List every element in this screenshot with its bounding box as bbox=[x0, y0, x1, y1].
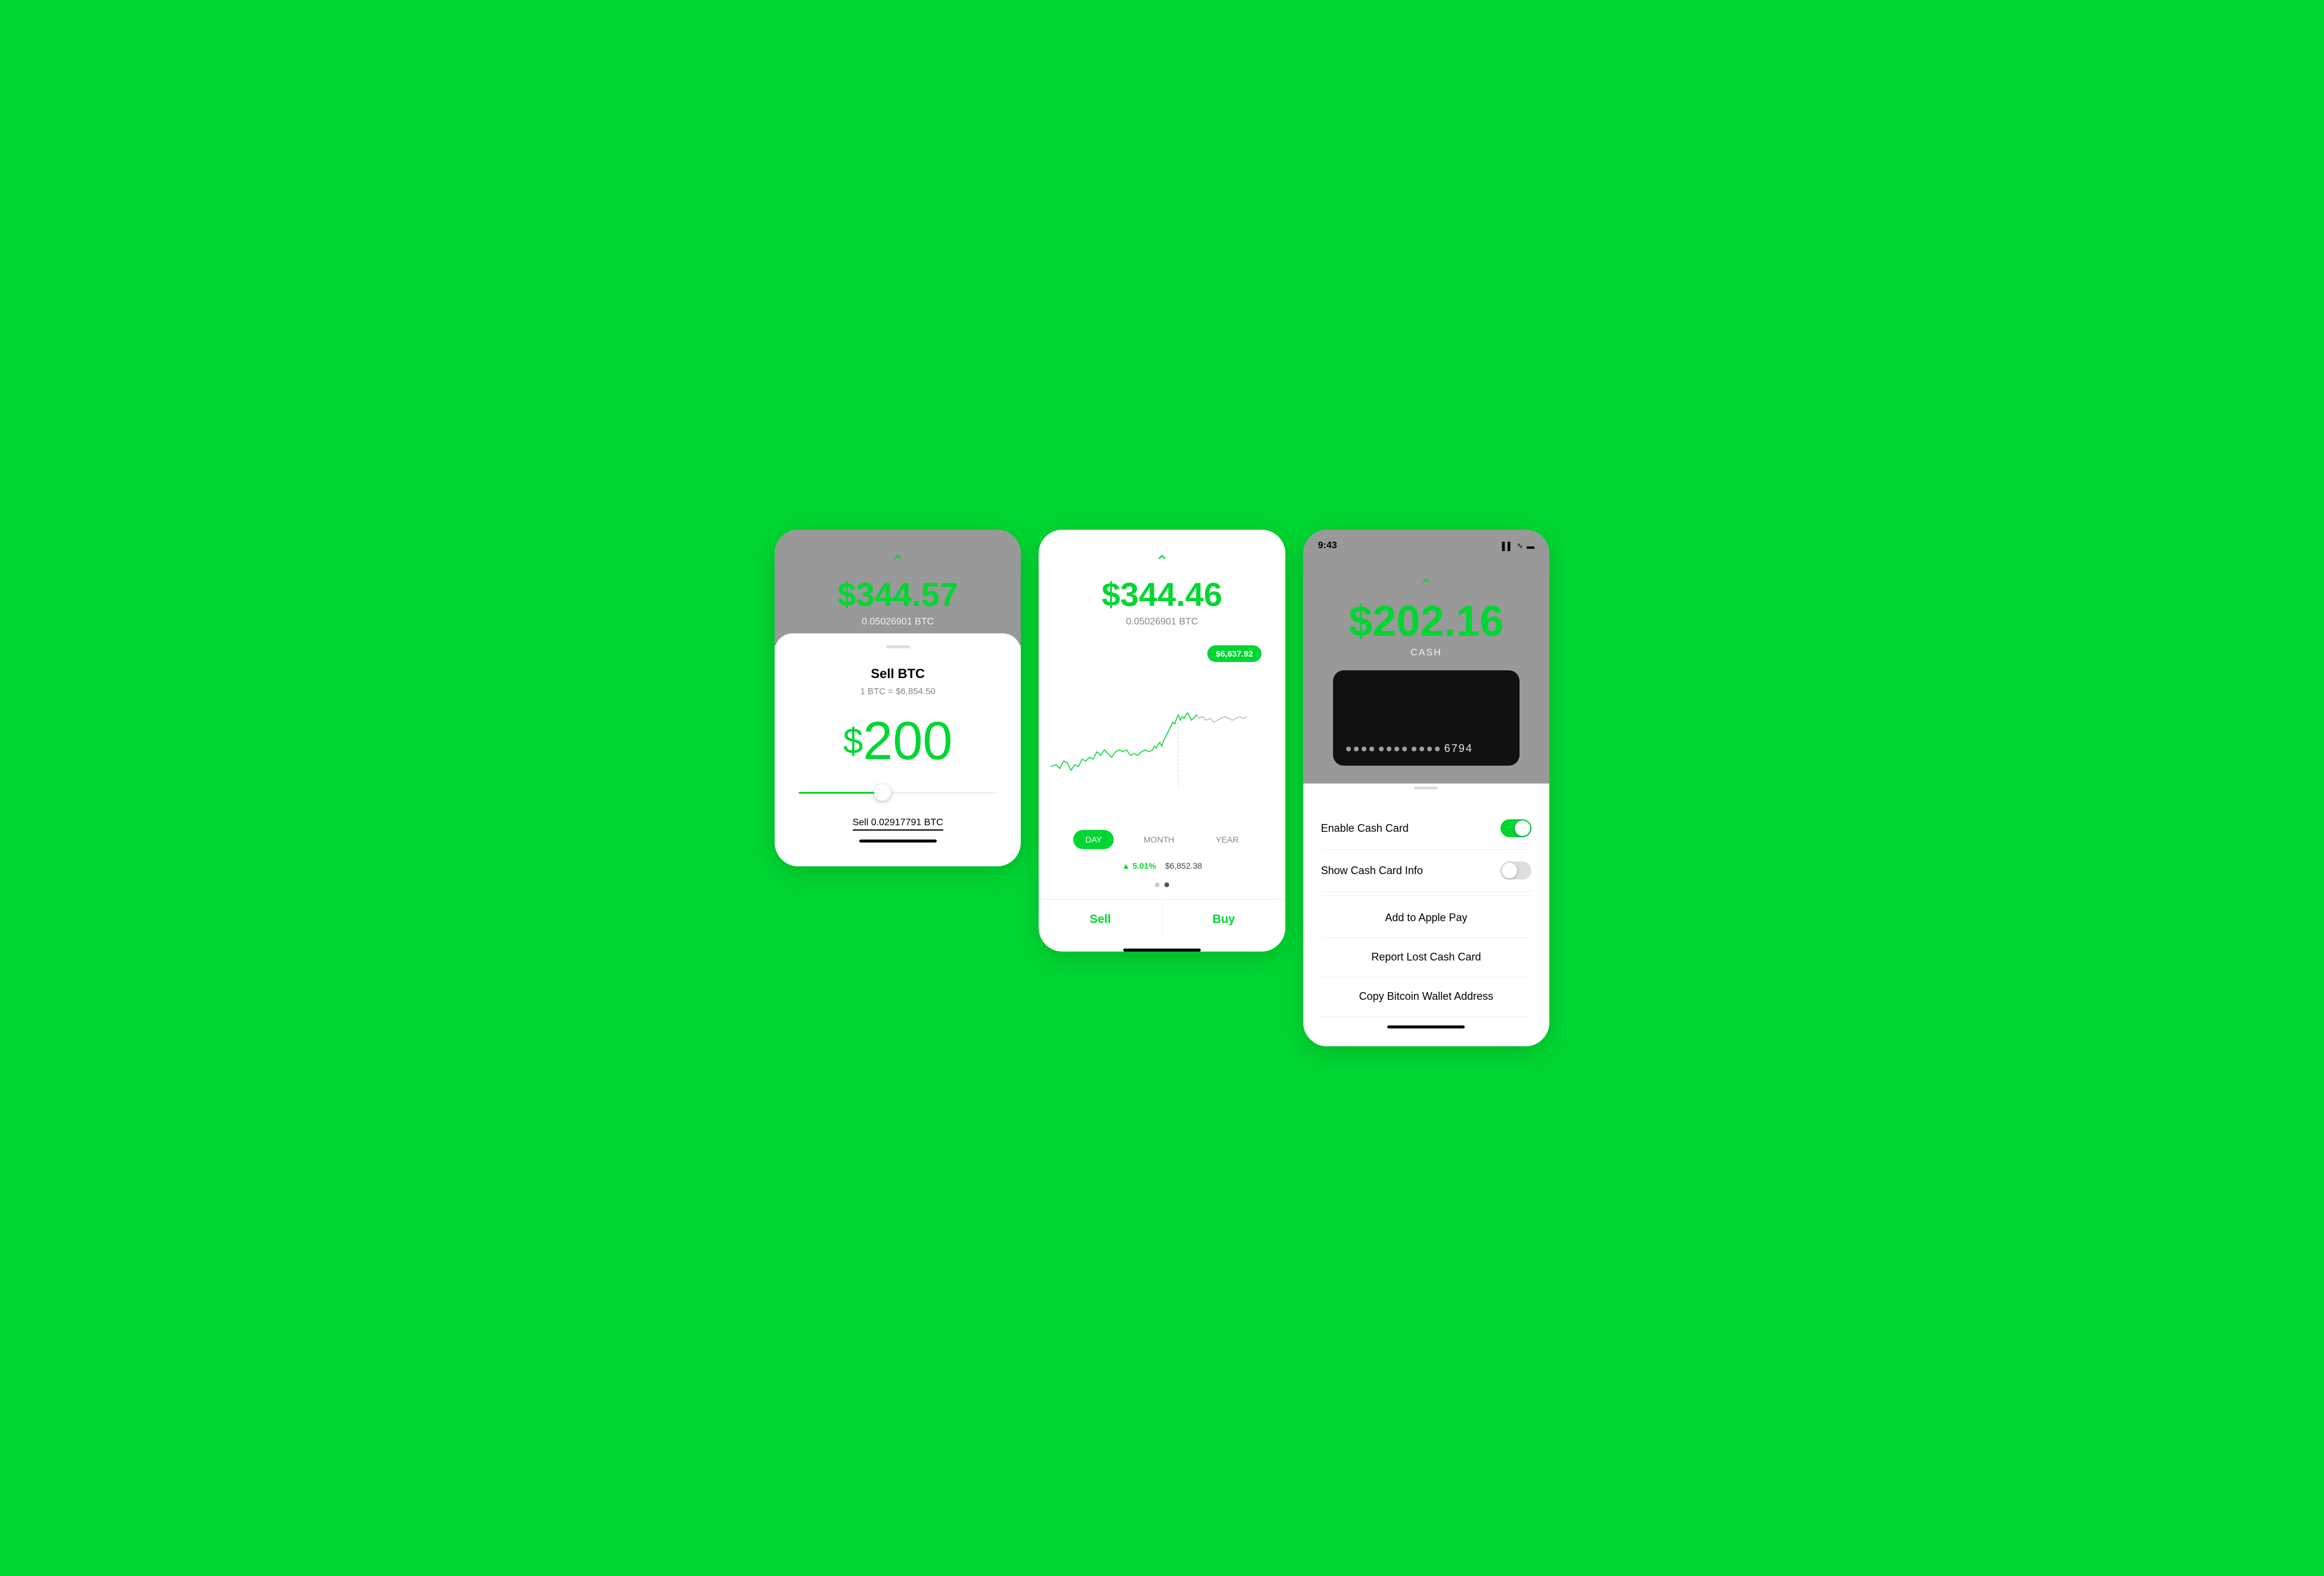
battery-icon: ▬ bbox=[1527, 542, 1534, 551]
buy-sell-buttons: Sell Buy bbox=[1039, 899, 1285, 940]
card-dot-group-2 bbox=[1379, 747, 1407, 751]
dot-1 bbox=[1155, 882, 1160, 887]
home-indicator-3 bbox=[1387, 1025, 1465, 1028]
btc-balance-2: 0.05026901 BTC bbox=[1057, 617, 1267, 627]
card-dot bbox=[1412, 747, 1416, 751]
screens-container: ⌃ $344.57 0.05026901 BTC Sell BTC 1 BTC … bbox=[775, 530, 1549, 1046]
copy-bitcoin-wallet-button[interactable]: Copy Bitcoin Wallet Address bbox=[1321, 977, 1531, 1017]
chart-wrapper: $6,637.92 bbox=[1051, 639, 1273, 818]
card-dot bbox=[1427, 747, 1432, 751]
home-indicator-2 bbox=[1123, 949, 1201, 952]
show-cash-card-info-row: Show Cash Card Info bbox=[1321, 850, 1531, 892]
card-dot bbox=[1419, 747, 1424, 751]
btc-balance: 0.05026901 BTC bbox=[793, 617, 1003, 627]
chevron-up-icon-3[interactable]: ⌃ bbox=[1321, 577, 1531, 594]
home-indicator bbox=[859, 840, 937, 843]
card-dot bbox=[1435, 747, 1440, 751]
toggle-thumb bbox=[1515, 820, 1530, 836]
chevron-up-icon[interactable]: ⌃ bbox=[793, 554, 1003, 570]
status-icons: ▌▌ ∿ ▬ bbox=[1502, 541, 1534, 551]
tab-month[interactable]: MONTH bbox=[1132, 830, 1186, 849]
btc-chart-svg bbox=[1051, 663, 1273, 818]
sell-btc-label: Sell 0.02917791 BTC bbox=[793, 817, 1003, 831]
screen1-top: ⌃ $344.57 0.05026901 BTC bbox=[775, 530, 1021, 645]
cash-balance: $202.16 bbox=[1321, 600, 1531, 643]
balance-amount-2: $344.46 bbox=[1057, 576, 1267, 613]
sell-rate: 1 BTC = $6,854.50 bbox=[793, 686, 1003, 697]
sell-btc-text: Sell 0.02917791 BTC bbox=[853, 817, 943, 831]
card-dot bbox=[1354, 747, 1359, 751]
card-dot bbox=[1402, 747, 1407, 751]
cash-label: CASH bbox=[1321, 648, 1531, 658]
tab-year[interactable]: YEAR bbox=[1204, 830, 1250, 849]
drag-handle-3[interactable] bbox=[1414, 787, 1438, 789]
add-to-apple-pay-button[interactable]: Add to Apple Pay bbox=[1321, 899, 1531, 938]
slider-track bbox=[799, 792, 997, 794]
screen-btc-chart: ⌃ $344.46 0.05026901 BTC $6,637.92 DAY M… bbox=[1039, 530, 1285, 952]
toggle-thumb-2 bbox=[1502, 863, 1517, 878]
balance-amount: $344.57 bbox=[793, 576, 1003, 613]
card-dot bbox=[1362, 747, 1366, 751]
card-dots: 6794 bbox=[1346, 742, 1473, 755]
chevron-up-icon-2[interactable]: ⌃ bbox=[1057, 554, 1267, 570]
slider-fill bbox=[799, 792, 878, 794]
sell-button[interactable]: Sell bbox=[1039, 900, 1162, 940]
page-dots bbox=[1039, 879, 1285, 896]
sell-title: Sell BTC bbox=[793, 666, 1003, 682]
card-dot bbox=[1394, 747, 1399, 751]
tab-day[interactable]: DAY bbox=[1073, 830, 1114, 849]
chart-stats: ▲ 5.01% $6,852.38 bbox=[1039, 855, 1285, 879]
chart-tooltip: $6,637.92 bbox=[1207, 645, 1261, 662]
card-dot-group-1 bbox=[1346, 747, 1374, 751]
stat-percent: ▲ 5.01% bbox=[1122, 861, 1156, 871]
stat-price: $6,852.38 bbox=[1165, 861, 1202, 871]
enable-cash-card-row: Enable Cash Card bbox=[1321, 807, 1531, 850]
status-time: 9:43 bbox=[1318, 540, 1337, 551]
screen-cash-card: 9:43 ▌▌ ∿ ▬ ⌃ $202.16 CASH bbox=[1303, 530, 1549, 1046]
card-dot bbox=[1379, 747, 1384, 751]
screen-sell-btc: ⌃ $344.57 0.05026901 BTC Sell BTC 1 BTC … bbox=[775, 530, 1021, 866]
status-bar: 9:43 ▌▌ ∿ ▬ bbox=[1318, 540, 1534, 551]
enable-cash-card-label: Enable Cash Card bbox=[1321, 822, 1409, 835]
dot-2 bbox=[1164, 882, 1169, 887]
card-dot bbox=[1369, 747, 1374, 751]
drag-handle[interactable] bbox=[886, 645, 910, 648]
enable-cash-card-toggle[interactable] bbox=[1500, 819, 1531, 837]
slider-container[interactable] bbox=[799, 792, 997, 794]
wifi-icon: ∿ bbox=[1517, 541, 1523, 551]
cash-card-image: 6794 bbox=[1333, 670, 1520, 766]
card-last-digits: 6794 bbox=[1444, 742, 1473, 755]
report-lost-button[interactable]: Report Lost Cash Card bbox=[1321, 938, 1531, 977]
card-dot bbox=[1387, 747, 1391, 751]
signal-icon: ▌▌ bbox=[1502, 542, 1513, 551]
screen1-bottom: Sell BTC 1 BTC = $6,854.50 $200 Sell 0.0… bbox=[775, 633, 1021, 866]
show-cash-card-toggle[interactable] bbox=[1500, 862, 1531, 879]
screen3-top: 9:43 ▌▌ ∿ ▬ ⌃ $202.16 CASH bbox=[1303, 530, 1549, 784]
card-dot-group-3 bbox=[1412, 747, 1440, 751]
divider-1 bbox=[1321, 895, 1531, 896]
dollar-sign: $ bbox=[843, 723, 863, 759]
sell-amount: $200 bbox=[793, 714, 1003, 768]
settings-panel: Enable Cash Card Show Cash Card Info Add… bbox=[1303, 778, 1549, 1046]
chart-container: $6,637.92 bbox=[1039, 639, 1285, 818]
buy-button[interactable]: Buy bbox=[1163, 900, 1285, 940]
sell-amount-number: 200 bbox=[863, 711, 952, 771]
slider-thumb[interactable] bbox=[874, 784, 891, 801]
time-tabs: DAY MONTH YEAR bbox=[1039, 818, 1285, 855]
card-dot bbox=[1346, 747, 1351, 751]
screen2-top: ⌃ $344.46 0.05026901 BTC bbox=[1039, 530, 1285, 639]
show-cash-card-info-label: Show Cash Card Info bbox=[1321, 865, 1423, 877]
